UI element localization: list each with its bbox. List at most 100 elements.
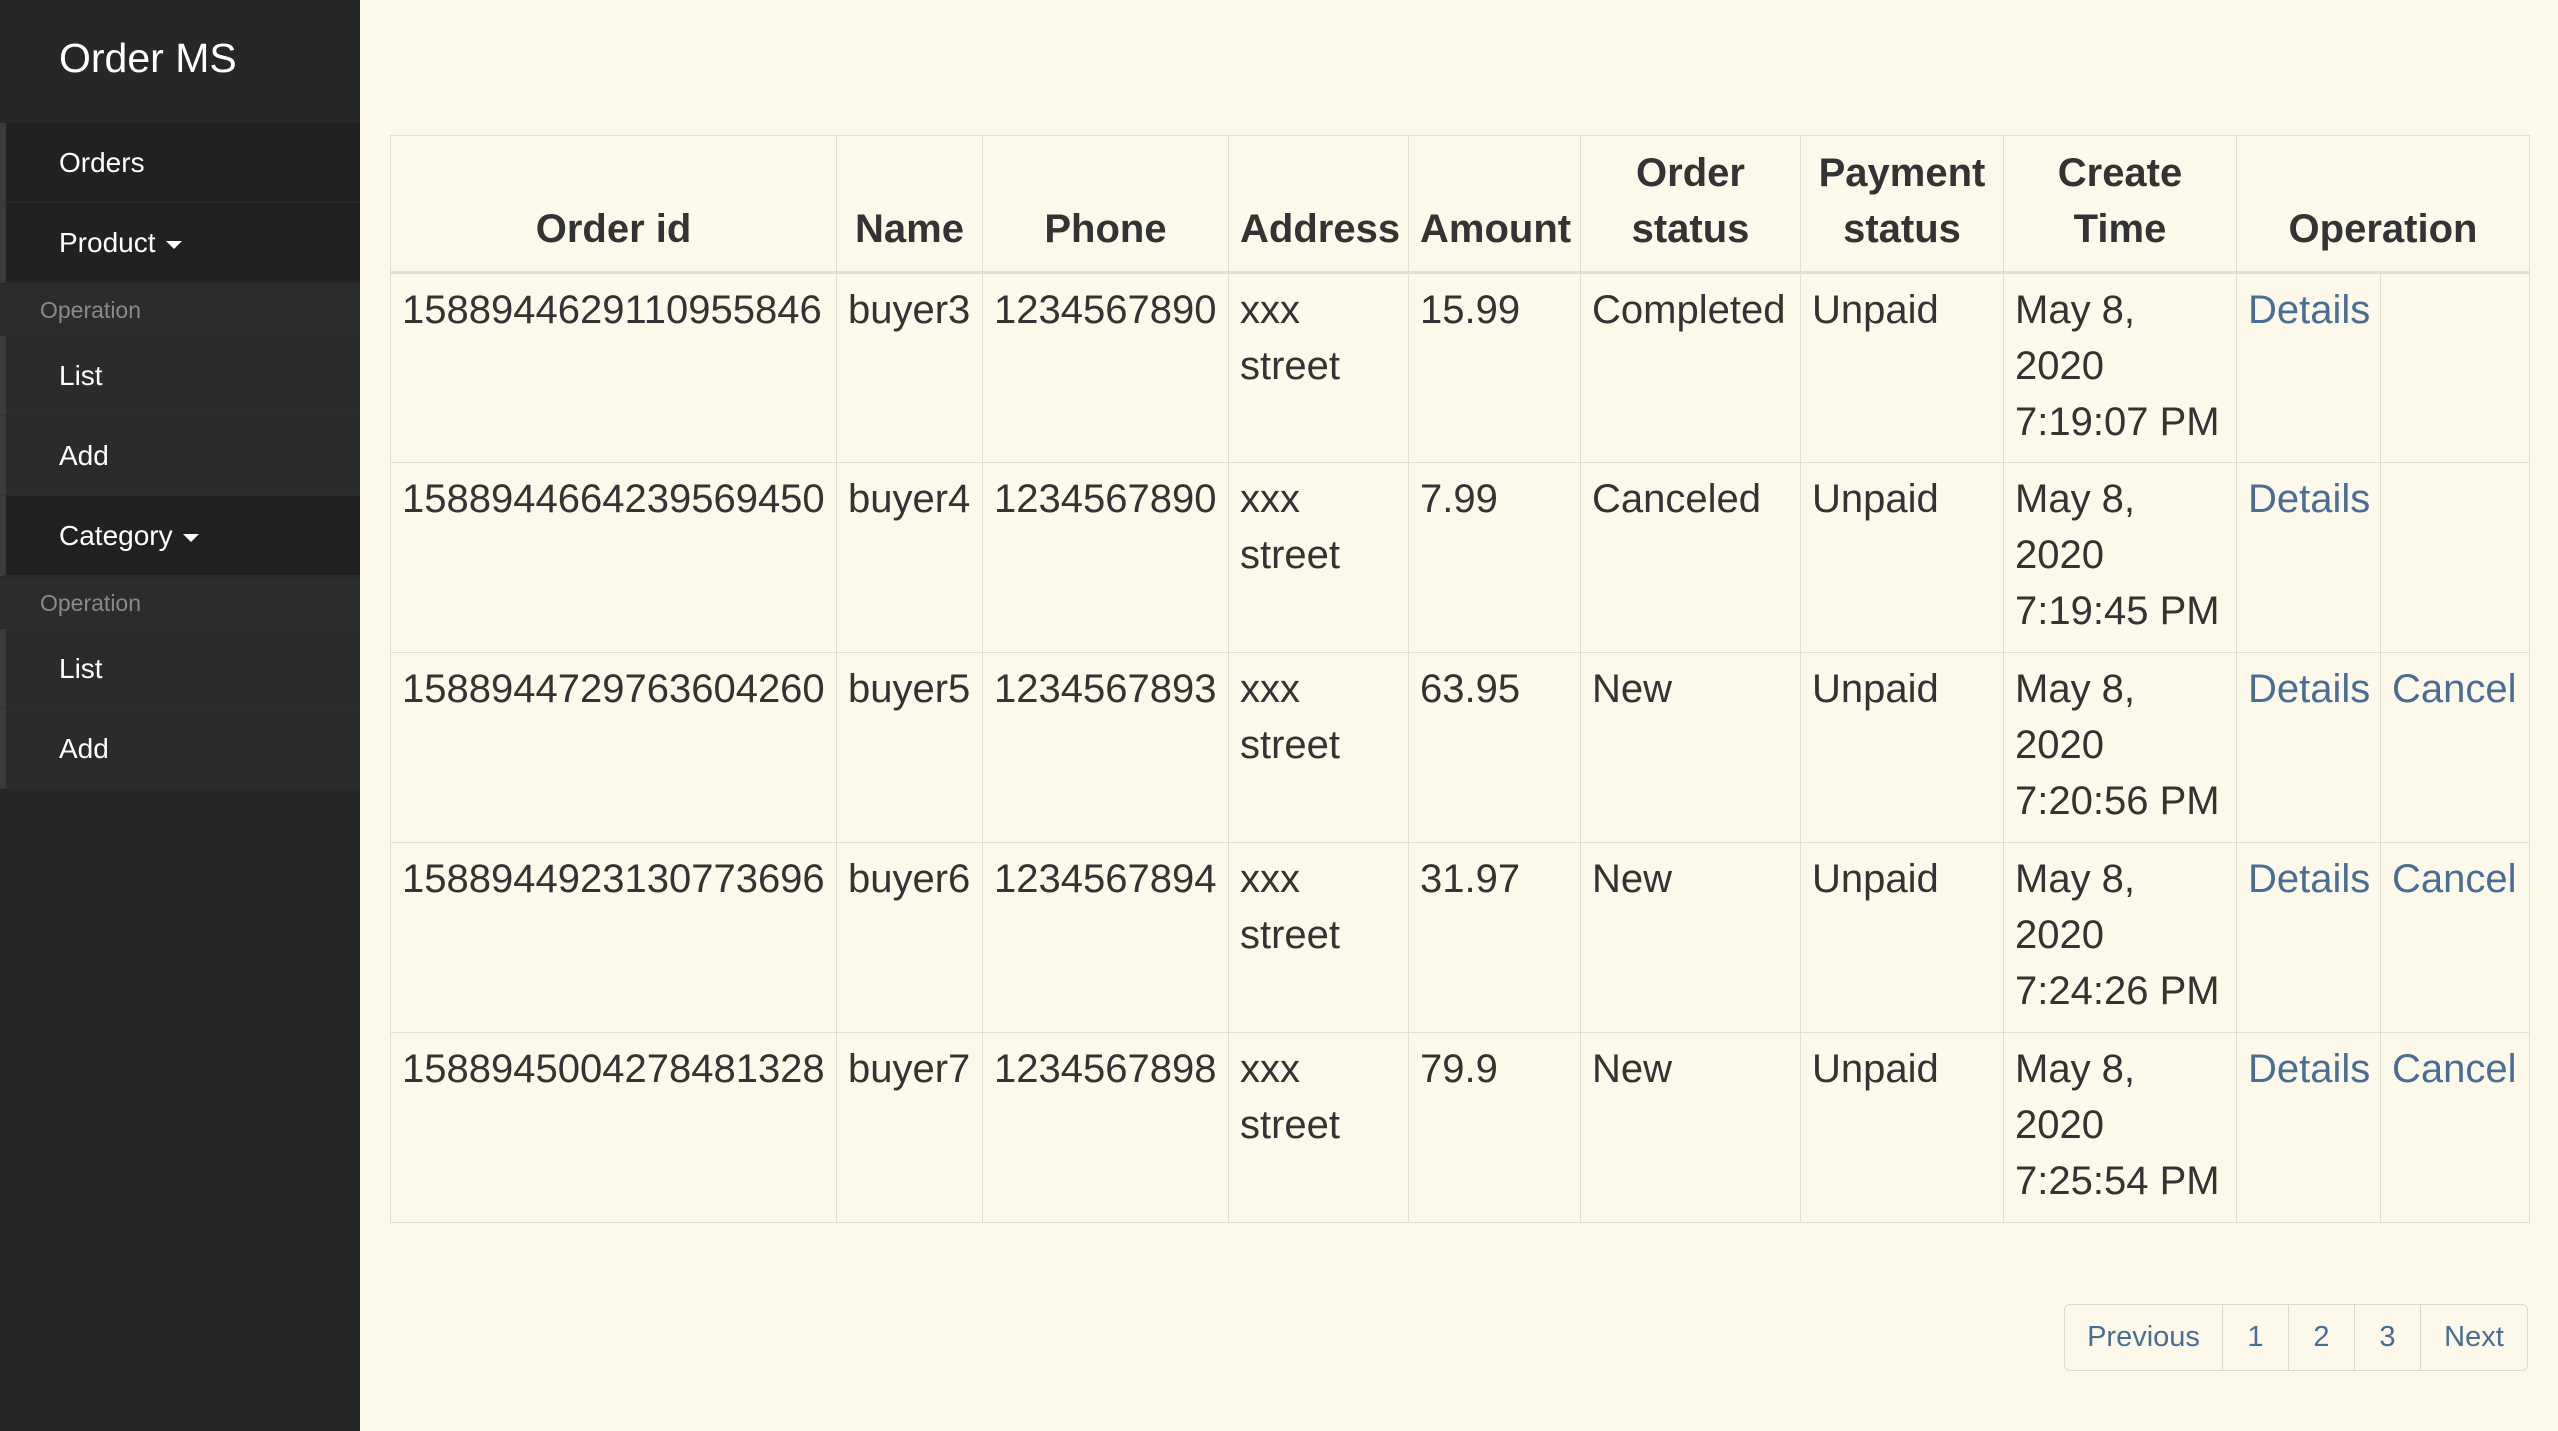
cell-payment-status: Unpaid (1800, 1032, 2004, 1223)
table-row: 1588944729763604260 buyer5 1234567893 xx… (390, 652, 2530, 843)
sidebar-item-category[interactable]: Category (0, 496, 360, 576)
cell-name: buyer6 (836, 842, 983, 1033)
caret-down-icon (165, 240, 182, 249)
cell-create-time: May 8, 2020 7:19:07 PM (2003, 272, 2237, 463)
details-link[interactable]: Details (2248, 857, 2370, 901)
sidebar-item-product-list[interactable]: List (0, 336, 360, 416)
table-header-row: Order id Name Phone Address Amount Order… (390, 135, 2530, 274)
cell-amount: 79.9 (1408, 1032, 1581, 1223)
cell-order-id: 1588944923130773696 (390, 842, 837, 1033)
table-row: 1588944923130773696 buyer6 1234567894 xx… (390, 842, 2530, 1033)
header-amount: Amount (1408, 135, 1581, 274)
cell-order-status: New (1580, 652, 1801, 843)
cell-details: Details (2236, 842, 2381, 1033)
cell-address: xxx street (1228, 842, 1409, 1033)
caret-down-icon (182, 533, 199, 542)
sidebar-item-product-add[interactable]: Add (0, 416, 360, 496)
orders-table: Order id Name Phone Address Amount Order… (390, 135, 2530, 1223)
details-link[interactable]: Details (2248, 288, 2370, 332)
cell-order-id: 1588944729763604260 (390, 652, 837, 843)
cancel-link[interactable]: Cancel (2392, 857, 2517, 901)
cell-create-time: May 8, 2020 7:24:26 PM (2003, 842, 2237, 1033)
cell-cancel: Cancel (2380, 842, 2530, 1033)
sidebar-item-label: Add (59, 440, 109, 471)
cell-name: buyer4 (836, 462, 983, 653)
cell-cancel (2380, 462, 2530, 653)
header-name: Name (836, 135, 983, 274)
cell-payment-status: Unpaid (1800, 462, 2004, 653)
cell-amount: 15.99 (1408, 272, 1581, 463)
sidebar-item-label: Product (59, 227, 156, 258)
cell-order-status: New (1580, 1032, 1801, 1223)
sidebar-item-label: Category (59, 520, 173, 551)
category-submenu-header: Operation (0, 577, 360, 629)
previous-page-button[interactable]: Previous (2065, 1305, 2222, 1370)
cancel-link[interactable]: Cancel (2392, 667, 2517, 711)
cell-cancel: Cancel (2380, 652, 2530, 843)
header-operation: Operation (2236, 135, 2530, 274)
cell-order-status: New (1580, 842, 1801, 1033)
next-page-button[interactable]: Next (2420, 1305, 2527, 1370)
cell-phone: 1234567898 (982, 1032, 1229, 1223)
sidebar-item-category-list[interactable]: List (0, 629, 360, 709)
cell-order-id: 1588944664239569450 (390, 462, 837, 653)
details-link[interactable]: Details (2248, 1047, 2370, 1091)
details-link[interactable]: Details (2248, 477, 2370, 521)
cell-name: buyer5 (836, 652, 983, 843)
cell-order-id: 1588945004278481328 (390, 1032, 837, 1223)
sidebar-item-label: List (59, 360, 103, 391)
cell-address: xxx street (1228, 652, 1409, 843)
pagination: Previous 1 2 3 Next (2064, 1304, 2528, 1371)
product-submenu-header: Operation (0, 284, 360, 336)
cell-payment-status: Unpaid (1800, 652, 2004, 843)
cell-name: buyer7 (836, 1032, 983, 1223)
cancel-link[interactable]: Cancel (2392, 1047, 2517, 1091)
cell-amount: 63.95 (1408, 652, 1581, 843)
cell-create-time: May 8, 2020 7:20:56 PM (2003, 652, 2237, 843)
cell-order-status: Completed (1580, 272, 1801, 463)
sidebar-item-category-add[interactable]: Add (0, 709, 360, 789)
cell-phone: 1234567890 (982, 462, 1229, 653)
header-order-status: Order status (1580, 135, 1801, 274)
cell-payment-status: Unpaid (1800, 842, 2004, 1033)
sidebar-item-label: Orders (59, 147, 145, 178)
page-2-button[interactable]: 2 (2288, 1305, 2354, 1370)
sidebar-item-product[interactable]: Product (0, 203, 360, 283)
table-row: 1588944629110955846 buyer3 1234567890 xx… (390, 272, 2530, 463)
cell-details: Details (2236, 462, 2381, 653)
cell-details: Details (2236, 652, 2381, 843)
sidebar: Order MS Orders Product Operation List A… (0, 0, 360, 1431)
header-order-id: Order id (390, 135, 837, 274)
sidebar-item-label: List (59, 653, 103, 684)
cell-amount: 31.97 (1408, 842, 1581, 1033)
cell-order-status: Canceled (1580, 462, 1801, 653)
table-row: 1588945004278481328 buyer7 1234567898 xx… (390, 1032, 2530, 1223)
cell-cancel (2380, 272, 2530, 463)
header-payment-status: Payment status (1800, 135, 2004, 274)
sidebar-item-label: Add (59, 733, 109, 764)
cell-name: buyer3 (836, 272, 983, 463)
cell-details: Details (2236, 1032, 2381, 1223)
cell-address: xxx street (1228, 1032, 1409, 1223)
cell-create-time: May 8, 2020 7:25:54 PM (2003, 1032, 2237, 1223)
sidebar-item-orders[interactable]: Orders (0, 123, 360, 203)
page-1-button[interactable]: 1 (2222, 1305, 2288, 1370)
cell-phone: 1234567890 (982, 272, 1229, 463)
cell-phone: 1234567893 (982, 652, 1229, 843)
cell-address: xxx street (1228, 272, 1409, 463)
header-address: Address (1228, 135, 1409, 274)
header-create-time: Create Time (2003, 135, 2237, 274)
header-phone: Phone (982, 135, 1229, 274)
brand-title[interactable]: Order MS (59, 30, 237, 86)
cell-cancel: Cancel (2380, 1032, 2530, 1223)
cell-order-id: 1588944629110955846 (390, 272, 837, 463)
cell-phone: 1234567894 (982, 842, 1229, 1033)
page-3-button[interactable]: 3 (2354, 1305, 2420, 1370)
cell-amount: 7.99 (1408, 462, 1581, 653)
cell-payment-status: Unpaid (1800, 272, 2004, 463)
cell-create-time: May 8, 2020 7:19:45 PM (2003, 462, 2237, 653)
table-row: 1588944664239569450 buyer4 1234567890 xx… (390, 462, 2530, 653)
cell-details: Details (2236, 272, 2381, 463)
details-link[interactable]: Details (2248, 667, 2370, 711)
cell-address: xxx street (1228, 462, 1409, 653)
